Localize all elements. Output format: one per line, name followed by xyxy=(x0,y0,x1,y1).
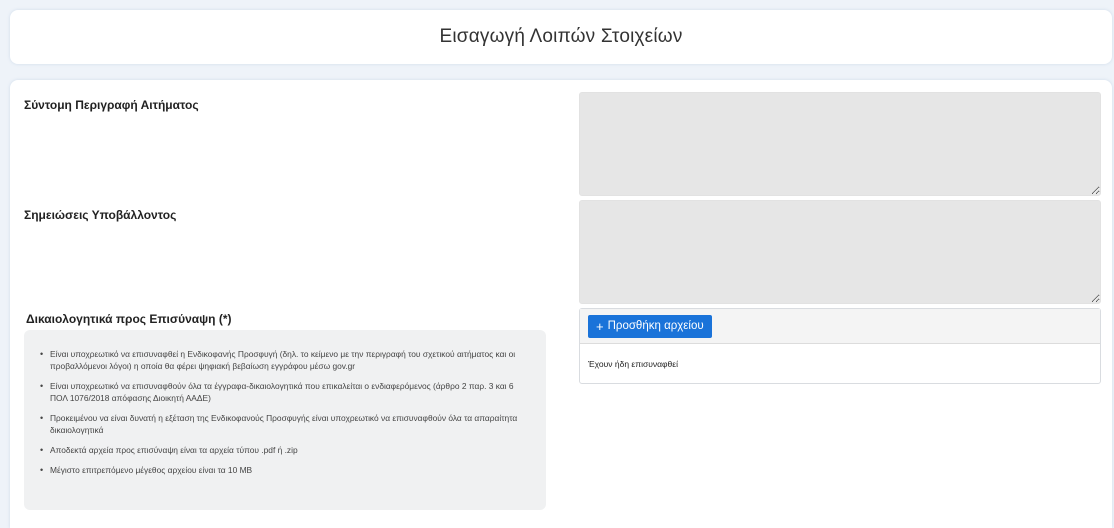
add-file-button-label: Προσθήκη αρχείου xyxy=(607,320,704,332)
bullet-icon: • xyxy=(40,349,44,359)
instruction-text: Είναι υποχρεωτικό να επισυναφθούν όλα τα… xyxy=(50,381,514,403)
bullet-icon: • xyxy=(40,465,44,475)
instruction-text: Προκειμένου να είναι δυνατή η εξέταση τη… xyxy=(50,413,518,435)
attachments-label: Δικαιολογητικά προς Επισύναψη (*) xyxy=(26,312,232,326)
bullet-icon: • xyxy=(40,413,44,423)
list-item: • Μέγιστο επιτρεπόμενο μέγεθος αρχείου εί… xyxy=(40,464,532,476)
instruction-text: Είναι υποχρεωτικό να επισυναφθεί η Ενδικ… xyxy=(50,349,516,371)
short-description-textarea[interactable] xyxy=(579,92,1101,196)
list-item: • Είναι υποχρεωτικό να επισυναφθεί η Ενδι… xyxy=(40,348,532,372)
attachment-instructions: • Είναι υποχρεωτικό να επισυναφθεί η Ενδι… xyxy=(24,330,546,510)
add-file-button[interactable]: + Προσθήκη αρχείου xyxy=(588,314,712,338)
plus-icon: + xyxy=(596,318,604,334)
notes-label: Σημειώσεις Υποβάλλοντος xyxy=(24,208,177,222)
instruction-list: • Είναι υποχρεωτικό να επισυναφθεί η Ενδι… xyxy=(24,330,546,476)
short-description-label: Σύντομη Περιγραφή Αιτήματος xyxy=(24,98,199,112)
form-card: Σύντομη Περιγραφή Αιτήματος Σημειώσεις Υ… xyxy=(10,80,1112,528)
bullet-icon: • xyxy=(40,445,44,455)
page-title: Εισαγωγή Λοιπών Στοιχείων xyxy=(439,26,683,47)
upload-status: Έχουν ήδη επισυναφθεί xyxy=(588,359,678,369)
list-item: • Προκειμένου να είναι δυνατή η εξέταση τ… xyxy=(40,412,532,436)
upload-toolbar: + Προσθήκη αρχείου xyxy=(580,309,1100,344)
notes-textarea[interactable] xyxy=(579,200,1101,304)
bullet-icon: • xyxy=(40,381,44,391)
file-upload-panel: + Προσθήκη αρχείου Έχουν ήδη επισυναφθεί xyxy=(579,308,1101,384)
header-card: Εισαγωγή Λοιπών Στοιχείων xyxy=(10,10,1112,64)
list-item: • Αποδεκτά αρχεία προς επισύναψη είναι τα… xyxy=(40,444,532,456)
instruction-text: Μέγιστο επιτρεπόμενο μέγεθος αρχείου είν… xyxy=(50,465,253,475)
instruction-text: Αποδεκτά αρχεία προς επισύναψη είναι τα … xyxy=(50,445,298,455)
list-item: • Είναι υποχρεωτικό να επισυναφθούν όλα τ… xyxy=(40,380,532,404)
